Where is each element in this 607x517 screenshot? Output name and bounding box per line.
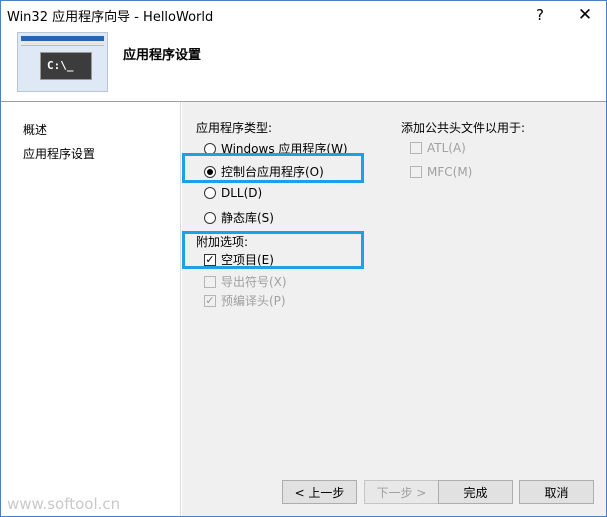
checkbox-mfc-control	[410, 166, 422, 178]
checkbox-empty-project-label: 空项目(E)	[221, 253, 274, 267]
checkbox-precompiled-header-label: 预编译头(P)	[221, 294, 286, 308]
checkbox-precompiled-header-control: ✓	[204, 293, 216, 307]
wizard-window: Win32 应用程序向导 - HelloWorld ? ✕ C:\_ 应用程序设…	[0, 0, 607, 517]
console-window-icon: C:\_	[40, 52, 92, 80]
radio-windows-app[interactable]: Windows 应用程序(W)	[204, 140, 348, 157]
watermark-text: www.softool.cn	[7, 495, 121, 513]
radio-windows-app-label: Windows 应用程序(W)	[221, 142, 348, 156]
help-button[interactable]: ?	[526, 3, 554, 27]
radio-windows-app-control[interactable]	[204, 142, 216, 155]
nav-item-app-settings[interactable]: 应用程序设置	[23, 145, 95, 162]
close-button[interactable]: ✕	[571, 3, 599, 27]
checkbox-empty-project-control[interactable]: ✓	[204, 253, 216, 266]
nav-item-overview[interactable]: 概述	[23, 121, 47, 138]
radio-dll[interactable]: DLL(D)	[204, 186, 262, 200]
prev-button[interactable]: < 上一步	[282, 480, 357, 504]
radio-console-app-label: 控制台应用程序(O)	[221, 165, 324, 179]
checkbox-atl-label: ATL(A)	[427, 141, 466, 155]
wizard-header: C:\_ 应用程序设置	[1, 29, 606, 102]
title-bar: Win32 应用程序向导 - HelloWorld ? ✕	[1, 1, 606, 29]
checkbox-export-symbols-label: 导出符号(X)	[221, 275, 287, 289]
wizard-nav: 概述 应用程序设置	[1, 102, 181, 516]
checkbox-atl: ATL(A)	[410, 141, 466, 155]
next-button: 下一步 >	[364, 480, 439, 504]
illustration-menubar	[21, 42, 104, 46]
cancel-button[interactable]: 取消	[519, 480, 594, 504]
finish-button[interactable]: 完成	[438, 480, 513, 504]
checkbox-mfc-label: MFC(M)	[427, 165, 473, 179]
radio-console-app-control[interactable]	[204, 165, 216, 178]
common-headers-label: 添加公共头文件以用于:	[401, 121, 526, 135]
console-app-illustration: C:\_	[17, 32, 108, 92]
checkbox-export-symbols-control	[204, 275, 216, 288]
radio-static-lib[interactable]: 静态库(S)	[204, 209, 274, 226]
window-title: Win32 应用程序向导 - HelloWorld	[7, 10, 214, 25]
radio-static-lib-control[interactable]	[204, 211, 216, 224]
checkbox-precompiled-header: ✓ 预编译头(P)	[204, 292, 286, 309]
radio-dll-control[interactable]	[204, 187, 216, 199]
checkbox-mfc: MFC(M)	[410, 165, 472, 179]
checkbox-export-symbols: 导出符号(X)	[204, 273, 287, 290]
radio-console-app[interactable]: 控制台应用程序(O)	[204, 163, 324, 180]
page-title: 应用程序设置	[123, 48, 202, 63]
radio-static-lib-label: 静态库(S)	[221, 211, 274, 225]
illustration-titlebar	[21, 36, 104, 41]
radio-dll-label: DLL(D)	[221, 186, 263, 200]
checkbox-empty-project[interactable]: ✓ 空项目(E)	[204, 251, 274, 268]
settings-pane: 应用程序类型: Windows 应用程序(W) 控制台应用程序(O) DLL(D…	[182, 102, 606, 516]
extra-options-label: 附加选项:	[196, 235, 249, 249]
app-type-label: 应用程序类型:	[196, 121, 273, 135]
checkbox-atl-control	[410, 142, 422, 154]
